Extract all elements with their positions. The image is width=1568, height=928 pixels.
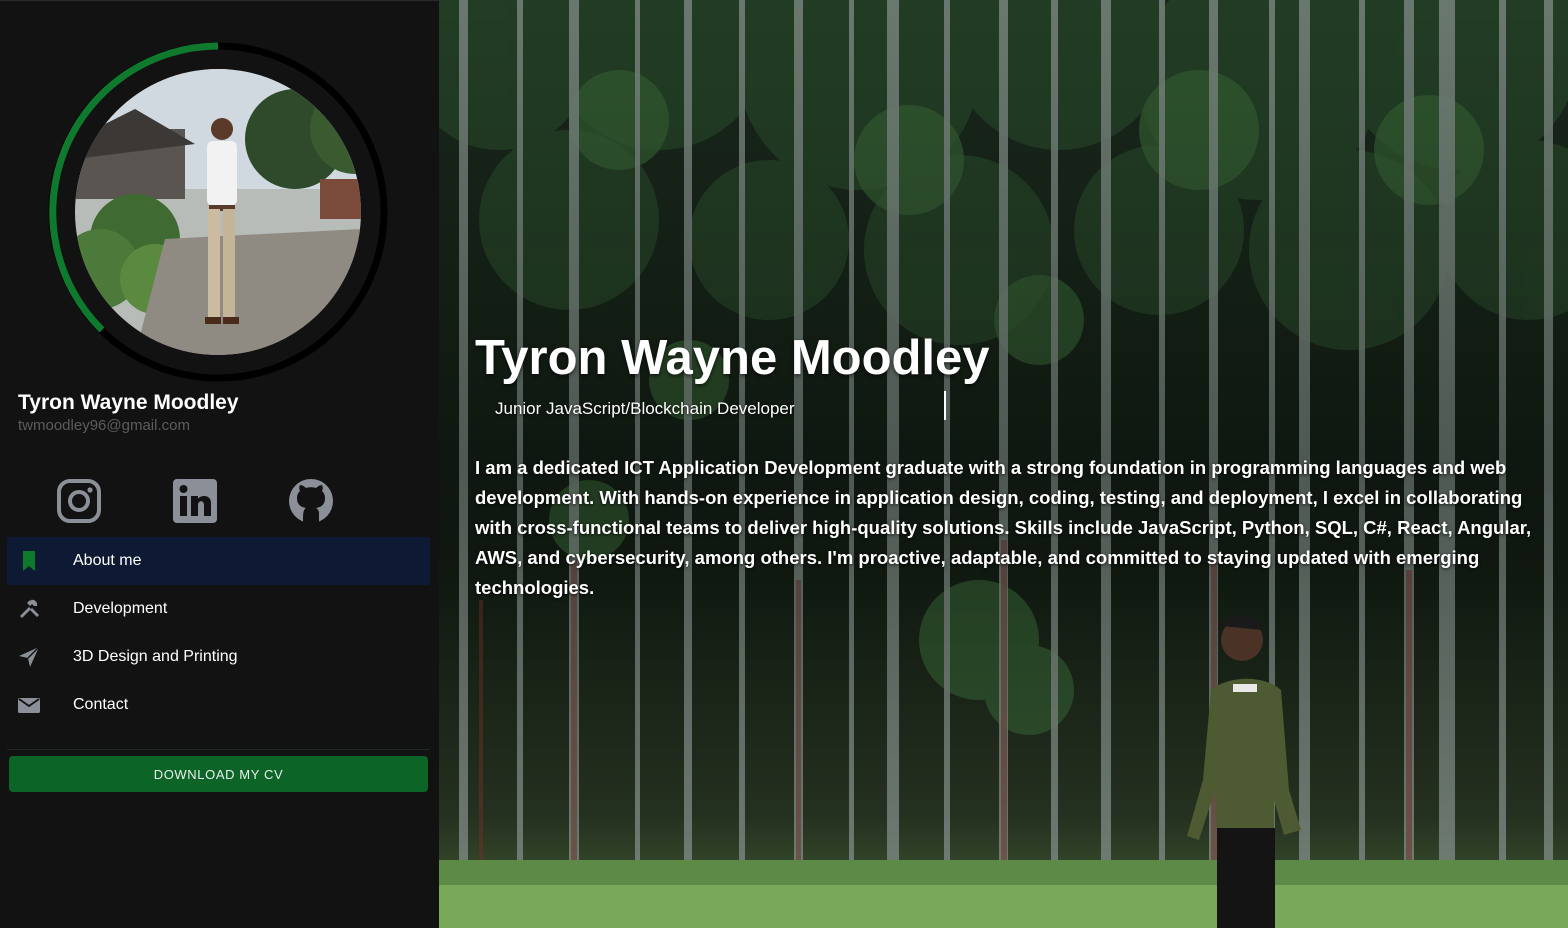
sidebar: Tyron Wayne Moodley twmoodley96@gmail.co… xyxy=(0,0,439,928)
hero-subtitle: Junior JavaScript/Blockchain Developer xyxy=(495,399,795,418)
github-icon xyxy=(289,479,333,524)
nav-item-contact[interactable]: Contact xyxy=(7,681,430,729)
hero-bio: I am a dedicated ICT Application Develop… xyxy=(475,457,1532,598)
instagram-icon xyxy=(57,479,101,523)
avatar-photo xyxy=(75,69,361,355)
hero-title: Tyron Wayne Moodley xyxy=(475,331,990,385)
tools-icon xyxy=(20,599,39,618)
mail-icon xyxy=(18,698,40,713)
bookmark-icon xyxy=(23,551,35,571)
profile-name: Tyron Wayne Moodley xyxy=(18,391,239,414)
nav-item-3d-design[interactable]: 3D Design and Printing xyxy=(7,633,430,681)
linkedin-icon xyxy=(173,479,217,523)
sidebar-nav: About me Development 3D Design and Print… xyxy=(7,537,430,729)
profile-avatar-frame xyxy=(46,40,390,384)
nav-item-label: 3D Design and Printing xyxy=(73,648,238,665)
nav-item-about-me[interactable]: About me xyxy=(7,537,430,585)
github-link[interactable] xyxy=(288,478,334,524)
nav-item-label: Contact xyxy=(73,696,129,713)
profile-email: twmoodley96@gmail.com xyxy=(18,417,190,434)
send-icon xyxy=(19,646,40,667)
download-cv-button[interactable]: DOWNLOAD MY CV xyxy=(9,756,428,792)
nav-item-label: Development xyxy=(73,600,168,617)
hero-section: Tyron Wayne Moodley Junior JavaScript/Bl… xyxy=(439,0,1568,928)
nav-item-label: About me xyxy=(73,552,142,569)
nav-item-development[interactable]: Development xyxy=(7,585,430,633)
instagram-link[interactable] xyxy=(56,478,102,524)
linkedin-link[interactable] xyxy=(172,478,218,524)
avatar xyxy=(75,69,361,355)
typing-cursor xyxy=(944,391,946,420)
sidebar-divider xyxy=(7,749,430,750)
